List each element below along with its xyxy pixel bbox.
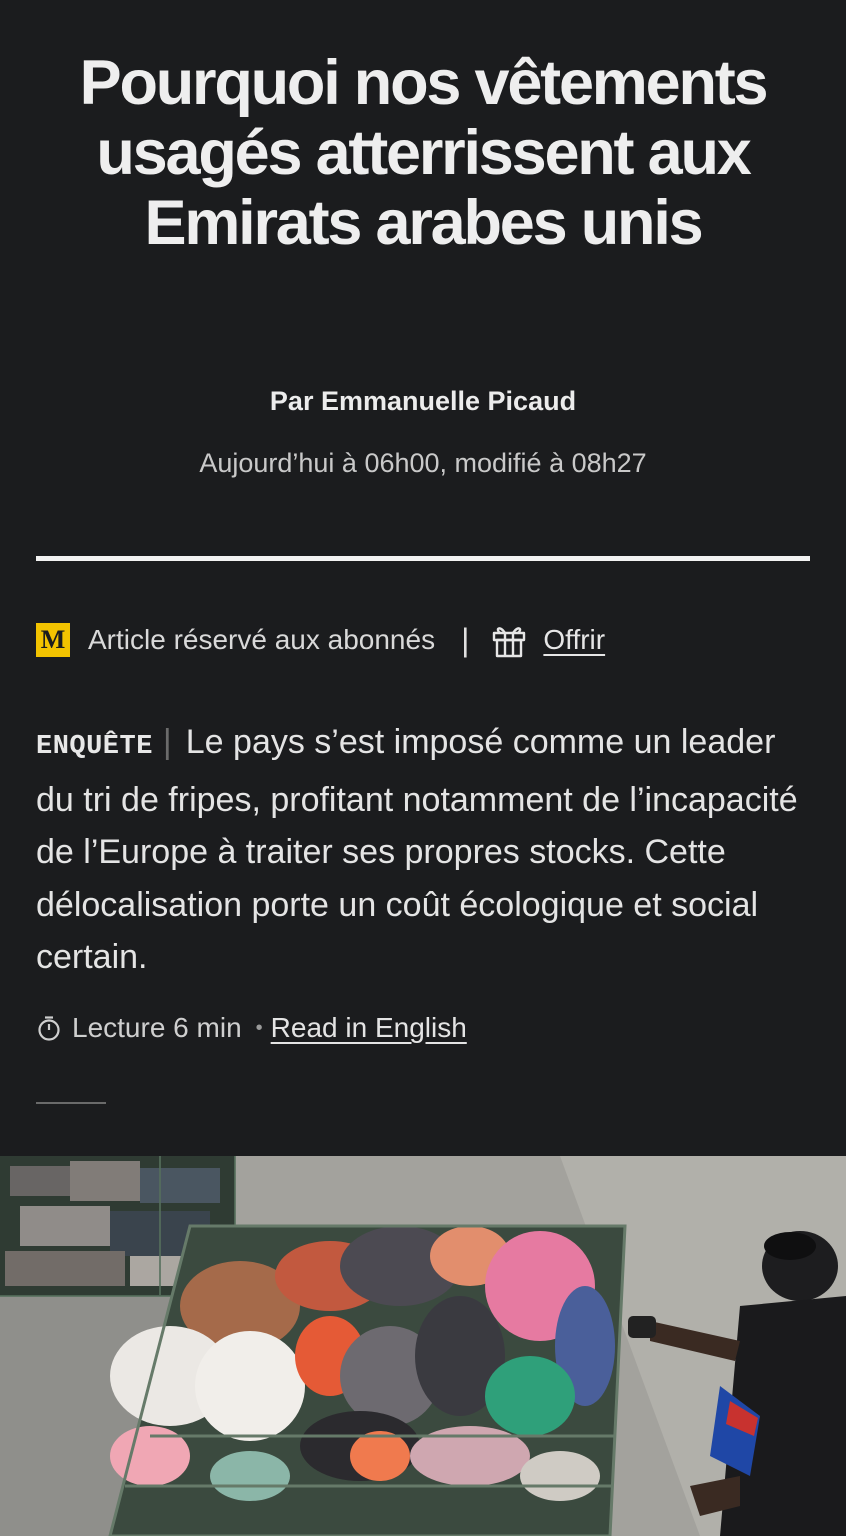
warehouse-clothes-image bbox=[0, 1156, 846, 1536]
article-page: Pourquoi nos vêtements usagés atterrisse… bbox=[0, 0, 846, 1536]
subscription-separator: | bbox=[461, 621, 470, 658]
subscriber-only-label: Article réservé aux abonnés bbox=[88, 624, 436, 655]
meta-separator: • bbox=[255, 1016, 263, 1039]
article-title: Pourquoi nos vêtements usagés atterrisse… bbox=[79, 48, 769, 258]
kicker-label: ENQUÊTE bbox=[36, 732, 153, 762]
dateline: Aujourd’hui à 06h00, modifié à 08h27 bbox=[199, 448, 647, 478]
byline-prefix: Par bbox=[269, 386, 314, 416]
subscription-row: M Article réservé aux abonnés | Offrir bbox=[36, 620, 605, 660]
summary-divider bbox=[36, 1102, 106, 1104]
byline: Par Emmanuelle Picaud bbox=[0, 386, 846, 417]
reading-time: Lecture 6 min bbox=[72, 1012, 242, 1043]
offer-gift-link[interactable]: Offrir bbox=[543, 624, 605, 656]
article-summary: ENQUÊTE | Le pays s’est imposé comme un le… bbox=[36, 716, 816, 984]
article-photo[interactable] bbox=[0, 1156, 846, 1536]
le-monde-logo-icon: M bbox=[36, 623, 70, 657]
gift-icon[interactable] bbox=[491, 622, 527, 658]
read-in-english-link[interactable]: Read in English bbox=[271, 1012, 467, 1044]
author-name[interactable]: Emmanuelle Picaud bbox=[321, 386, 576, 416]
reading-meta-row: Lecture 6 min • Read in English bbox=[36, 1008, 467, 1048]
timer-icon bbox=[38, 1016, 60, 1041]
kicker-separator: | bbox=[162, 723, 172, 761]
header-divider bbox=[36, 556, 810, 561]
